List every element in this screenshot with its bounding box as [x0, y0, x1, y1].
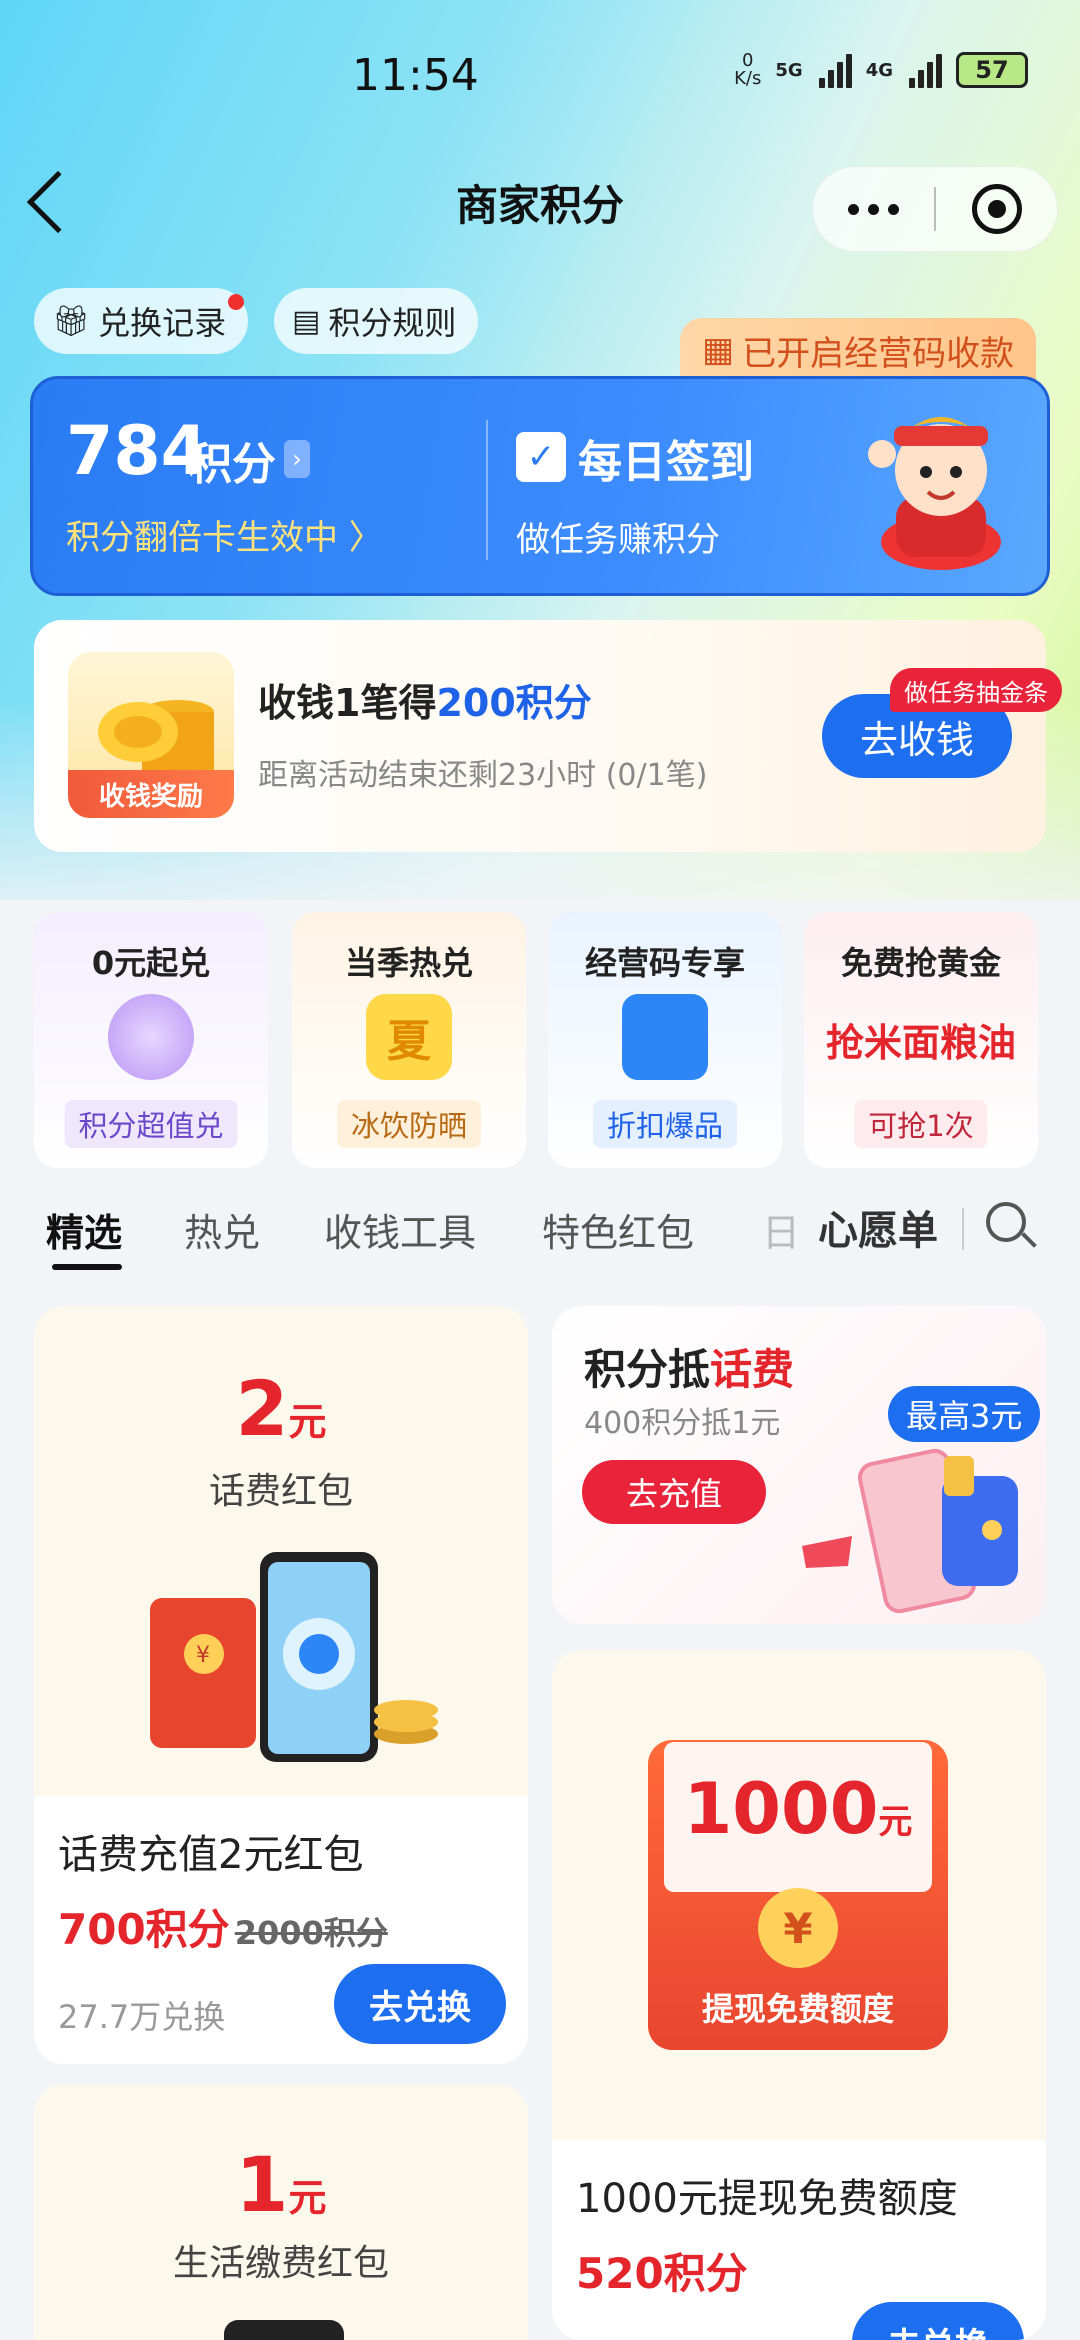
amount-value: 2: [235, 1364, 289, 1453]
signal-icon: [818, 52, 852, 88]
category-title: 经营码专享: [584, 944, 745, 982]
currency-mark: ¥: [196, 1643, 210, 1668]
points-unit[interactable]: 积分: [188, 428, 276, 492]
bill-title-a: 积分抵: [584, 1345, 711, 1394]
task-title-highlight: 200积分: [436, 681, 592, 725]
product-card-utility-1[interactable]: 1元 生活缴费红包: [34, 2084, 528, 2340]
close-miniapp-icon[interactable]: [936, 184, 1057, 234]
quota-amount: 1000元: [648, 1768, 948, 1850]
tab-hot[interactable]: 热兑: [184, 1202, 260, 1257]
sold-count: 27.7万兑换: [58, 1998, 226, 2036]
net-speed: 0 K/s: [734, 52, 761, 88]
task-title-prefix: 收钱1笔得: [258, 681, 437, 725]
price-current: 700积分: [58, 1905, 230, 1954]
purple-coin-icon: [108, 994, 194, 1080]
product-amount: 2元: [34, 1364, 528, 1453]
phone-image: [224, 2320, 344, 2340]
signal-icon-2: [909, 52, 942, 88]
daily-sign-in[interactable]: 每日签到: [578, 426, 754, 490]
phone-red-packet-image: ¥: [150, 1552, 438, 1762]
task-title: 收钱1笔得200积分: [258, 672, 592, 727]
points-rules-label: 积分规则: [328, 304, 457, 342]
category-badge: 冰饮防晒: [336, 1100, 482, 1148]
status-icons: 0 K/s 5G 4G 57: [734, 52, 1028, 88]
tab-red-packet[interactable]: 特色红包: [542, 1202, 694, 1257]
exchange-record-label: 兑换记录: [98, 304, 227, 342]
product-label: 话费红包: [208, 1471, 353, 1512]
category-title: 当季热兑: [344, 944, 473, 982]
gift-icon: 🎁︎: [52, 303, 91, 339]
tab-daily[interactable]: 日: [762, 1202, 800, 1257]
product-name: 话费充值2元红包: [58, 1832, 364, 1878]
tabs-divider: [962, 1208, 964, 1250]
summer-calendar-icon: 夏: [366, 994, 452, 1080]
category-free-gold[interactable]: 免费抢黄金 抢米面粮油 可抢1次: [804, 912, 1038, 1168]
recharge-button[interactable]: 去充值: [582, 1460, 766, 1524]
search-icon-handle: [1021, 1232, 1037, 1248]
points-value[interactable]: 784: [66, 412, 208, 491]
yuan-coin-icon: ¥: [758, 1888, 838, 1968]
category-badge: 积分超值兑: [64, 1100, 238, 1148]
tab-tools[interactable]: 收钱工具: [324, 1202, 476, 1257]
category-title: 免费抢黄金: [840, 944, 1001, 982]
category-seasonal[interactable]: 当季热兑 夏 冰饮防晒: [292, 912, 526, 1168]
phone-wallet-image: [802, 1448, 1018, 1614]
product-card-withdraw-quota[interactable]: 1000元 ¥ 提现免费额度 1000元提现免费额度 520积分 去兑换: [552, 1650, 1046, 2340]
double-card-link[interactable]: 积分翻倍卡生效中 〉: [66, 510, 383, 559]
grid-app-icon: [622, 994, 708, 1080]
battery-icon: 57: [956, 52, 1028, 88]
document-icon: ▤: [292, 303, 321, 339]
amount-unit: 元: [288, 1400, 327, 1444]
exchange-record-button[interactable]: 🎁︎ 兑换记录: [34, 288, 249, 354]
tab-underline: [52, 1264, 122, 1270]
status-time: 11:54: [352, 50, 479, 101]
exchange-button[interactable]: 去兑换: [852, 2302, 1024, 2340]
points-card-divider: [486, 420, 488, 560]
amount-unit: 元: [288, 2176, 327, 2220]
do-task-link[interactable]: 做任务赚积分: [516, 512, 720, 561]
lottery-badge: 做任务抽金条: [890, 668, 1062, 712]
quota-amount-unit: 元: [878, 1802, 913, 1842]
tab-featured[interactable]: 精选: [46, 1202, 122, 1257]
merchant-code-tag: ▦ 已开启经营码收款: [680, 318, 1037, 382]
mascot-icon: [868, 417, 1001, 570]
category-zero-exchange[interactable]: 0元起兑 积分超值兑: [34, 912, 268, 1168]
points-detail-arrow-icon[interactable]: ›: [284, 440, 310, 478]
price-original: 2000积分: [234, 1914, 388, 1952]
max-badge: 最高3元: [888, 1386, 1041, 1442]
bill-title-b: 话费: [710, 1345, 795, 1394]
product-amount: 1元: [34, 2140, 528, 2229]
price-current: 520积分: [576, 2249, 748, 2298]
search-icon[interactable]: [986, 1202, 1026, 1242]
amount-value: 1: [235, 2140, 289, 2229]
wishlist-button[interactable]: 心愿单: [818, 1198, 938, 1256]
exchange-button[interactable]: 去兑换: [334, 1964, 506, 2044]
product-label: 生活缴费红包: [172, 2243, 389, 2284]
product-name: 1000元提现免费额度: [576, 2176, 958, 2222]
notification-dot: [228, 294, 245, 310]
network-gen-1: 5G: [775, 59, 803, 81]
quota-label: 提现免费额度: [701, 1990, 894, 2028]
category-promo: 抢米面粮油: [825, 1021, 1016, 1065]
more-icon[interactable]: [813, 203, 934, 215]
calendar-check-icon: ✓: [516, 432, 566, 482]
product-card-phone-bill[interactable]: 积分抵话费 400积分抵1元 去充值 最高3元: [552, 1306, 1046, 1624]
net-speed-unit: K/s: [734, 68, 762, 89]
category-badge: 折扣爆品: [592, 1100, 738, 1148]
merchant-code-label: 已开启经营码收款: [742, 333, 1015, 374]
task-subtitle: 距离活动结束还剩23小时 (0/1笔): [258, 758, 708, 793]
category-title: 0元起兑: [91, 944, 211, 982]
qr-code-icon: ▦: [702, 330, 735, 370]
miniapp-capsule: [812, 166, 1058, 252]
reward-tag: 收钱奖励: [68, 770, 234, 818]
category-badge: 可抢1次: [854, 1100, 988, 1148]
product-card-phone-2[interactable]: 2元 话费红包 ¥ 话费充值2元红包 700积分 2000积分 27.7万兑换 …: [34, 1306, 528, 2064]
product-price: 700积分 2000积分: [58, 1896, 388, 1957]
bill-title: 积分抵话费: [584, 1336, 794, 1397]
category-merchant-exclusive[interactable]: 经营码专享 折扣爆品: [548, 912, 782, 1168]
points-rules-button[interactable]: ▤ 积分规则: [274, 288, 479, 354]
quota-amount-value: 1000: [683, 1768, 879, 1850]
network-gen-2: 4G: [865, 59, 893, 81]
bill-subtitle: 400积分抵1元: [584, 1406, 781, 1441]
